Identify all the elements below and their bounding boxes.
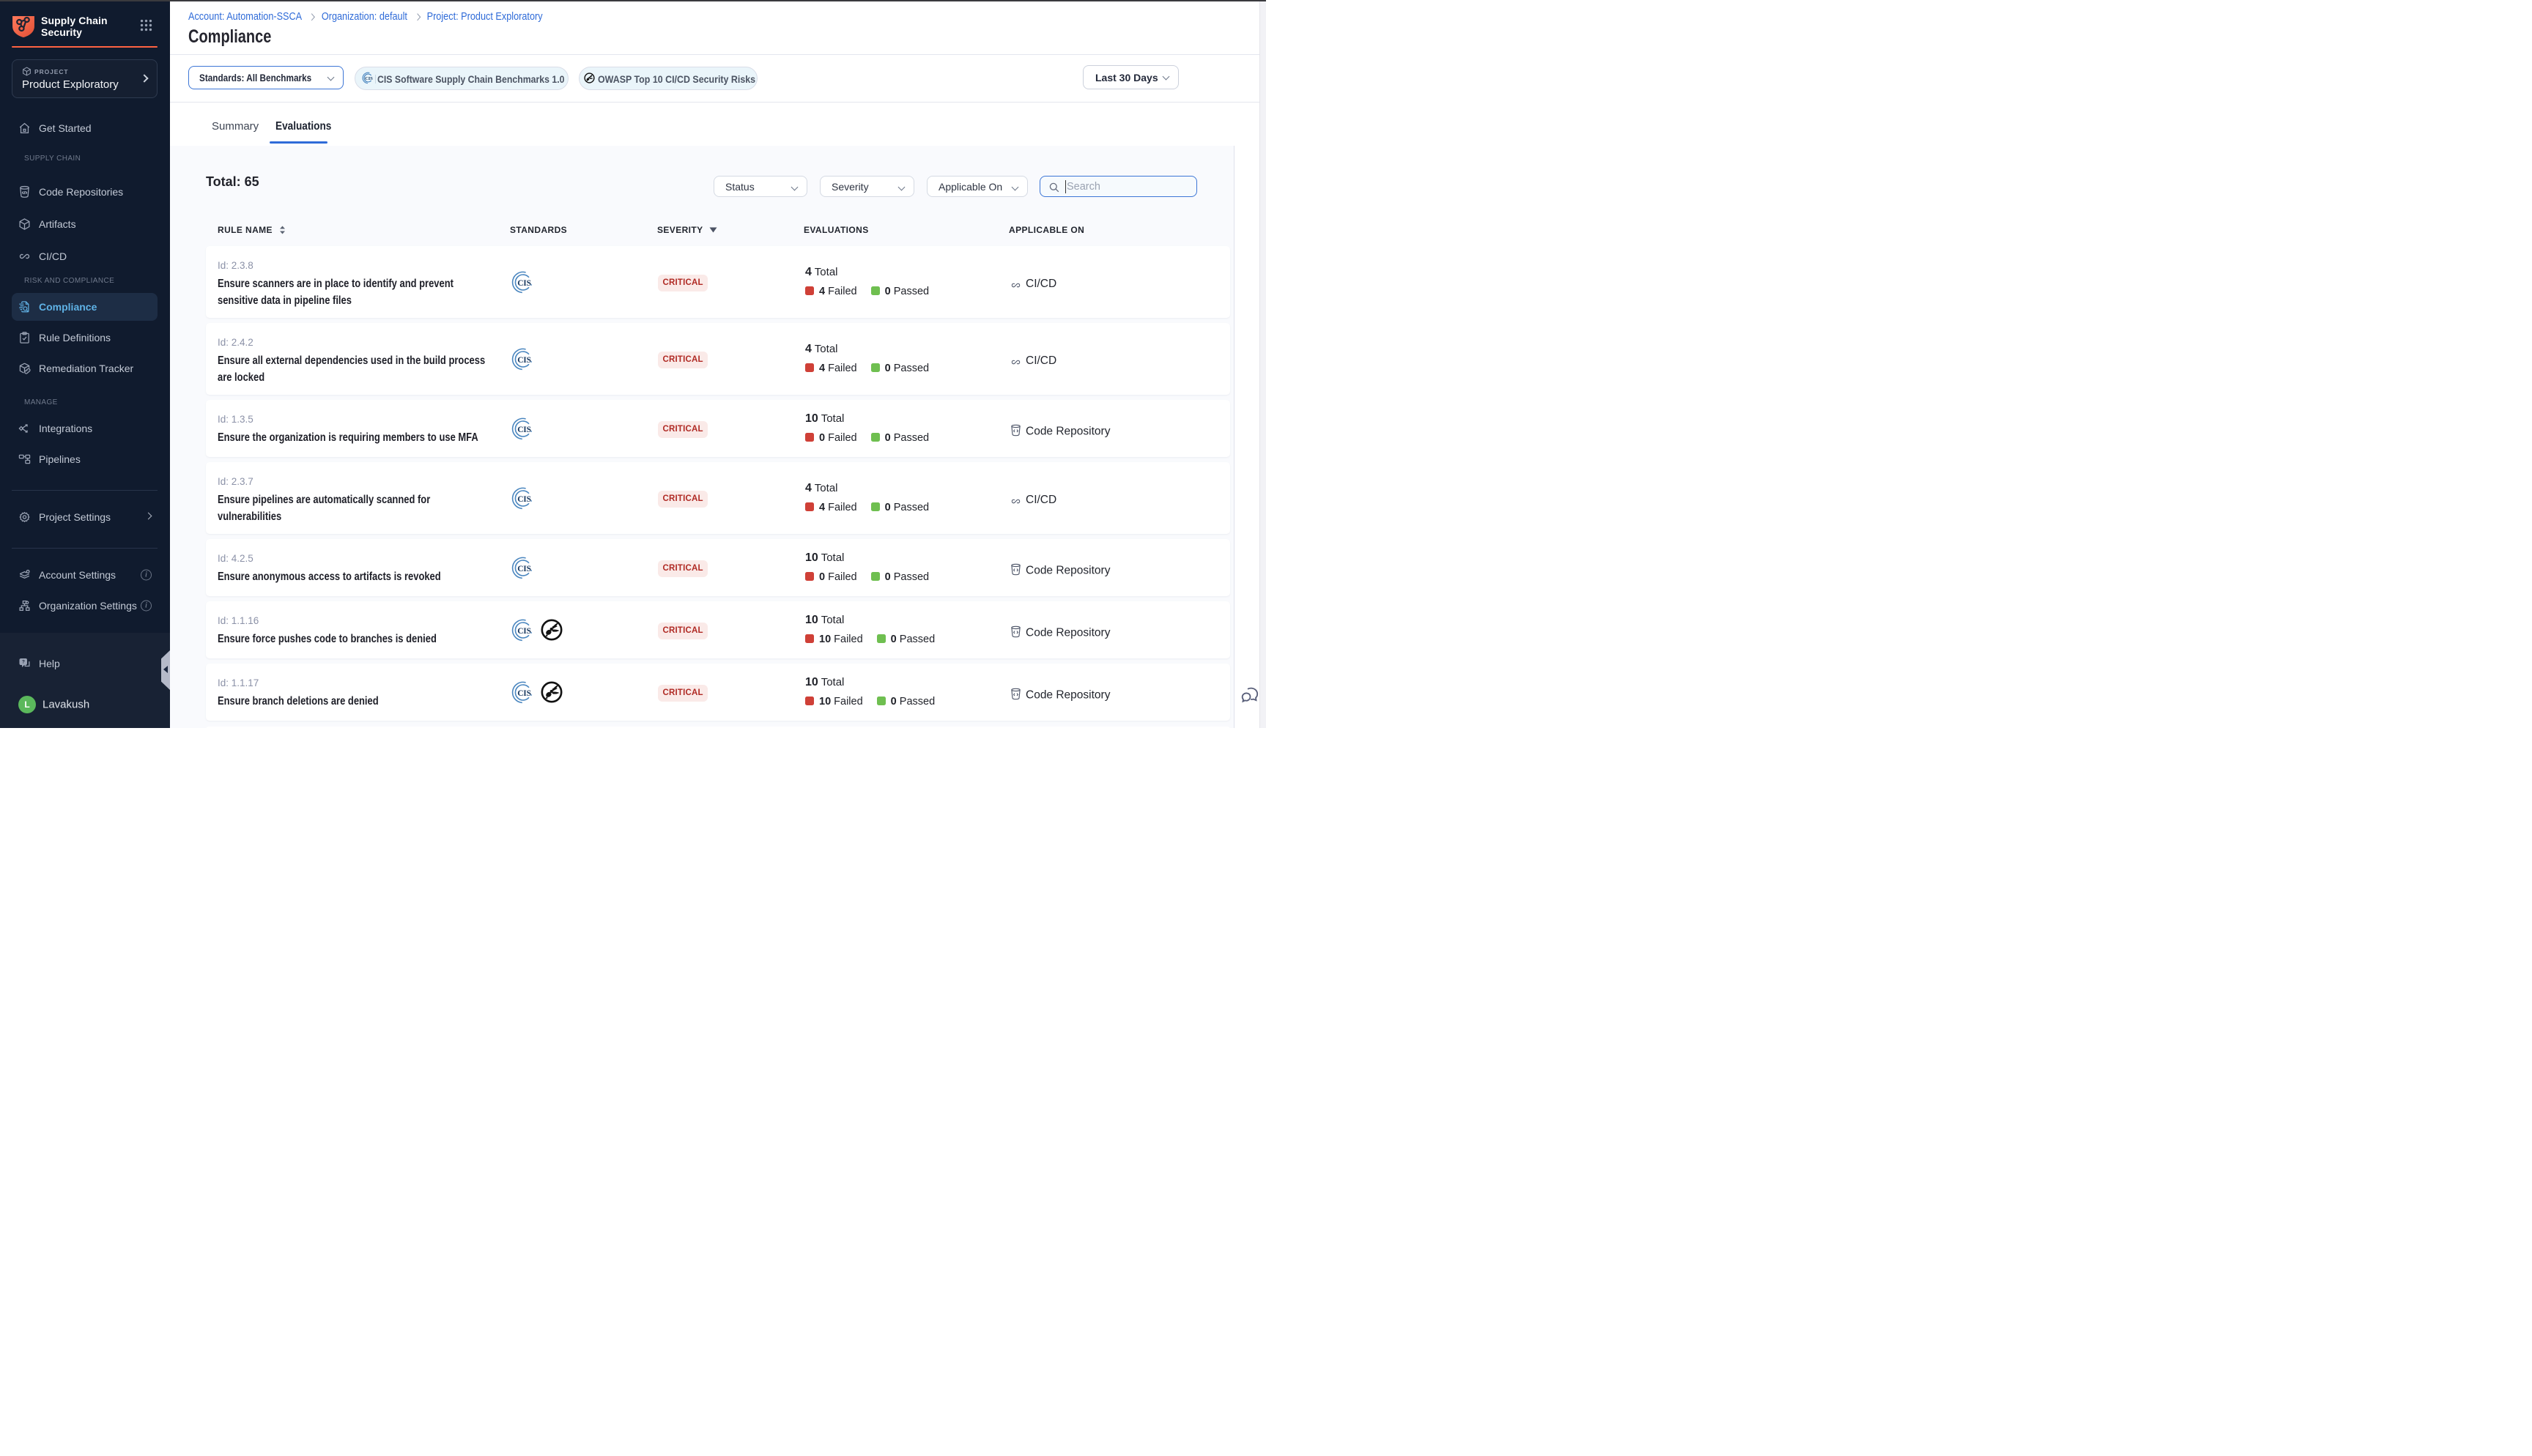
svg-text:CIS: CIS xyxy=(517,565,531,573)
svg-text:CIS: CIS xyxy=(517,627,531,636)
svg-text:CIS: CIS xyxy=(517,356,531,365)
svg-text:CIS: CIS xyxy=(517,426,531,434)
svg-text:CIS: CIS xyxy=(517,495,531,504)
svg-text:CIS: CIS xyxy=(517,689,531,698)
svg-text:CIS: CIS xyxy=(517,279,531,288)
svg-text:CIS: CIS xyxy=(365,76,373,81)
svg-text:?: ? xyxy=(22,660,25,665)
